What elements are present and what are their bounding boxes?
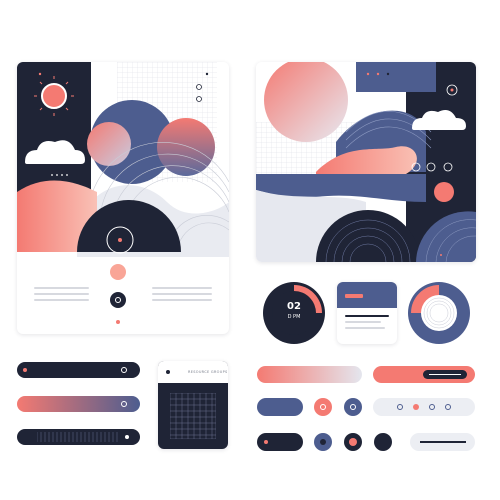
right-hero-card <box>256 62 476 262</box>
right-hero-illustration <box>256 62 476 262</box>
left-text-line-3 <box>34 299 89 301</box>
right-coral-dot[interactable] <box>434 182 454 202</box>
info-card <box>337 282 397 344</box>
dark-pill-button[interactable] <box>257 433 303 451</box>
time-dial[interactable]: 02 D PM <box>263 282 325 344</box>
gauge-dial[interactable] <box>408 282 470 344</box>
coral-toggle-track <box>423 370 467 379</box>
dark-slider-2[interactable] <box>17 429 140 445</box>
cloud-icon <box>25 140 85 164</box>
time-label: 02 <box>287 301 301 312</box>
info-line-2 <box>345 321 381 323</box>
sun-icon <box>41 83 67 109</box>
design-sheet: 02 D PM RESOURCE GROUPS <box>0 0 500 500</box>
dark-slider-1[interactable] <box>17 362 140 378</box>
right-text-line-1 <box>152 287 212 289</box>
coral-round-button[interactable] <box>314 398 332 416</box>
gradient-slider[interactable] <box>17 396 140 412</box>
light-dot-bar[interactable] <box>373 398 475 416</box>
left-record-button[interactable] <box>110 292 126 308</box>
small-card-grid <box>170 393 216 439</box>
small-grid-card: RESOURCE GROUPS <box>158 361 228 449</box>
info-line-1 <box>345 315 389 317</box>
gauge-arc <box>411 285 457 331</box>
slate-ring-button[interactable] <box>314 433 332 451</box>
navy-round-button[interactable] <box>374 433 392 451</box>
left-text-line-2 <box>34 293 89 295</box>
dial-progress-arc <box>272 285 322 335</box>
left-coral-button[interactable] <box>110 264 126 280</box>
left-small-dot[interactable] <box>116 320 120 324</box>
period-label: D PM <box>287 314 301 320</box>
tick-marks <box>37 432 118 442</box>
right-text-line-2 <box>152 293 212 295</box>
slate-round-button[interactable] <box>344 398 362 416</box>
right-text-line-3 <box>152 299 212 301</box>
left-text-line-1 <box>34 287 89 289</box>
small-card-dot <box>166 370 170 374</box>
info-line-3 <box>345 327 385 329</box>
left-hero-card <box>17 62 229 334</box>
slate-pill-button[interactable] <box>257 398 303 416</box>
light-line-bar[interactable] <box>410 433 475 451</box>
peach-gradient-bar[interactable] <box>257 366 362 383</box>
info-card-tag <box>345 294 363 298</box>
navy-coral-button[interactable] <box>344 433 362 451</box>
small-card-title: RESOURCE GROUPS <box>188 370 228 374</box>
coral-toggle-bar[interactable] <box>373 366 475 383</box>
left-hero-illustration <box>17 62 229 257</box>
record-icon <box>115 297 121 303</box>
